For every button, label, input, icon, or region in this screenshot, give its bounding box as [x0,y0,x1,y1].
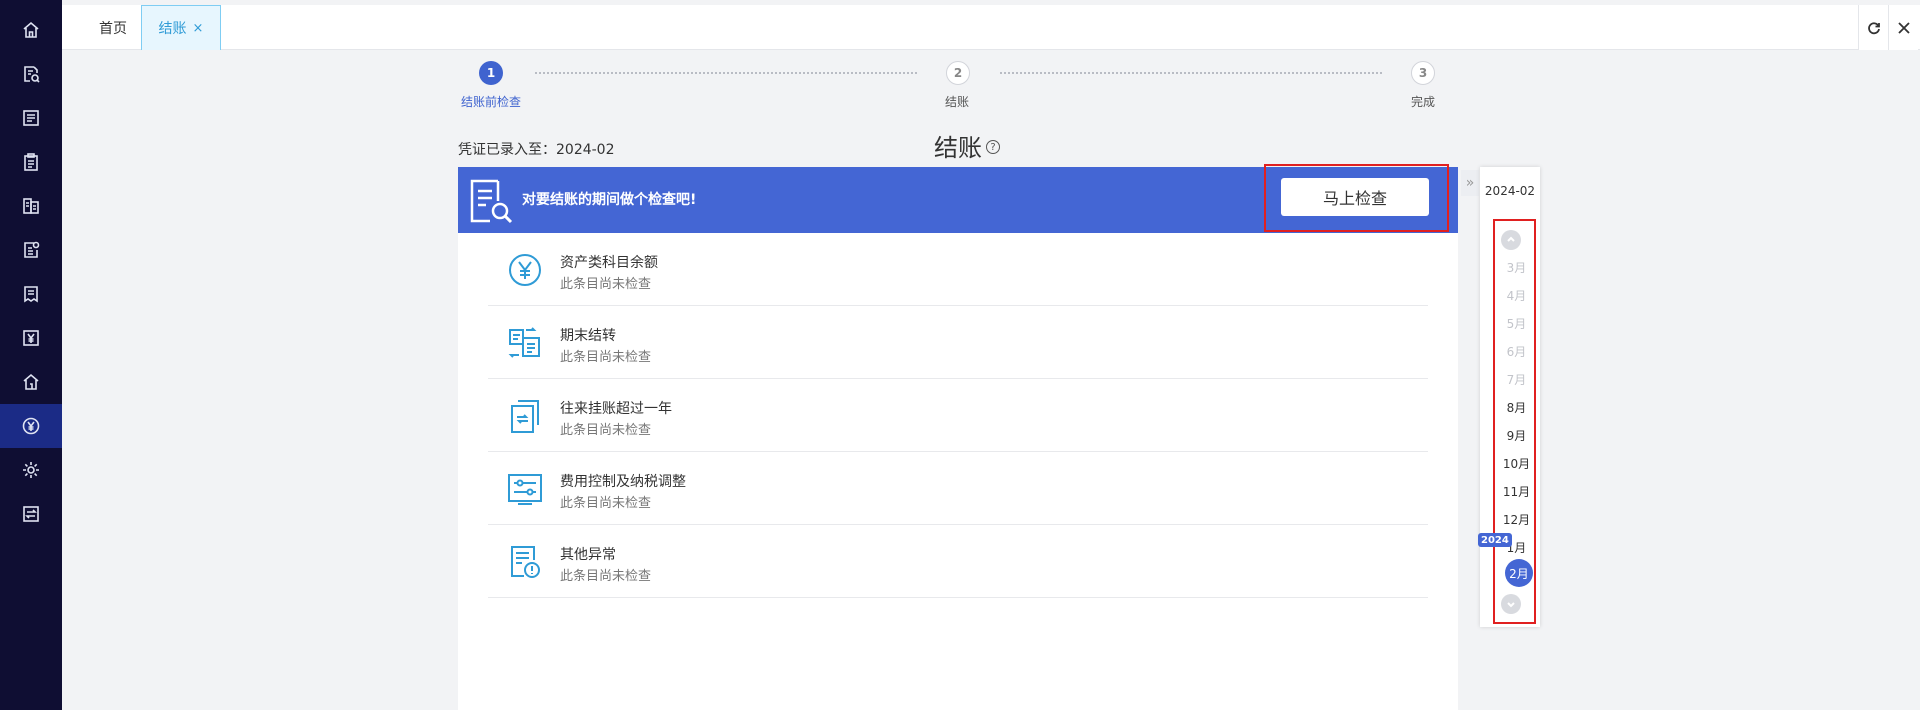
month-option[interactable]: 8月 [1493,399,1540,416]
check-item-pending-over-one-year[interactable]: 往来挂账超过一年 此条目尚未检查 [488,379,1428,452]
close-tab-button[interactable] [1888,5,1918,50]
check-item-asset-balance[interactable]: 资产类科目余额 此条目尚未检查 [488,233,1428,306]
voucher-search-icon [24,66,40,83]
check-item-name: 资产类科目余额 [560,255,658,271]
building-icon [23,373,39,390]
month-option[interactable]: 9月 [1493,427,1540,444]
sidebar-item-transfer[interactable] [0,492,62,536]
invoice-icon [24,241,40,258]
tab-home[interactable]: 首页 [80,5,146,50]
check-item-status: 此条目尚未检查 [560,277,652,292]
month-option: 4月 [1506,289,1527,303]
refresh-icon [1867,21,1880,34]
scroll-up-button[interactable] [1501,230,1521,250]
check-item-status: 此条目尚未检查 [560,569,652,584]
step-3-label: 完成 [1411,95,1436,109]
yuan-icon [23,330,39,346]
check-item-name: 期末结转 [560,328,616,344]
collapse-panel-button[interactable]: » [1461,170,1479,196]
sidebar-item-voucher-search[interactable] [0,52,62,96]
page-title: 结账 [934,134,982,162]
sidebar-item-document[interactable] [0,272,62,316]
check-item-name: 费用控制及纳税调整 [560,474,686,490]
tab-closing-label: 结账 [158,21,187,37]
sidebar-item-settings[interactable] [0,448,62,492]
check-item-period-end-transfer[interactable]: 期末结转 此条目尚未检查 [488,306,1428,379]
help-icon[interactable]: ? [986,140,1000,154]
closing-icon [22,417,40,435]
yuan-circle-icon [509,254,541,286]
sidebar-item-building[interactable] [0,360,62,404]
check-now-button[interactable]: 马上检查 [1281,178,1429,216]
sidebar-item-yuan[interactable] [0,316,62,360]
step-connector [535,72,917,74]
banner-text: 对要结账的期间做个检查吧! [522,192,697,208]
tab-home-label: 首页 [99,20,127,37]
sidebar-item-closing[interactable] [0,404,62,448]
page-title-wrap: 结账 ? [934,128,1000,163]
ledger-icon [23,110,39,126]
pending-doc-icon [511,400,539,433]
month-option[interactable]: 10月 [1493,455,1540,472]
sidebar-item-ledger[interactable] [0,96,62,140]
month-option[interactable]: 2月 [1505,559,1533,587]
clipboard-icon [24,153,38,171]
sidebar-item-home[interactable] [0,8,62,52]
check-item-expense-control[interactable]: 费用控制及纳税调整 此条目尚未检查 [488,452,1428,525]
step-1-dot: 1 [479,61,503,85]
sliders-icon [508,474,542,505]
tab-close-icon[interactable]: × [193,21,204,36]
check-panel: 对要结账的期间做个检查吧! 马上检查 资产类科目余额 此条目尚未检查 期末结转 … [458,164,1458,710]
check-banner: 对要结账的期间做个检查吧! 马上检查 [458,164,1458,233]
alert-doc-icon [511,546,540,578]
sidebar [0,0,62,710]
current-period: 2024-02 [1484,184,1536,198]
check-item-status: 此条目尚未检查 [560,496,652,511]
sidebar-item-clipboard[interactable] [0,140,62,184]
tab-closing[interactable]: 结账 × [141,5,221,50]
month-option[interactable]: 11月 [1493,483,1540,500]
tab-bar: 首页 结账 × [62,5,1920,50]
report-icon [23,198,39,214]
step-2-dot: 2 [946,61,970,85]
sidebar-item-invoice[interactable] [0,228,62,272]
step-2-label: 结账 [945,95,970,109]
check-item-other-anomaly[interactable]: 其他异常 此条目尚未检查 [488,525,1428,598]
step-1-label: 结账前检查 [461,95,522,109]
chevron-up-icon [1507,236,1515,242]
gear-icon [23,462,39,478]
recorded-to-text: 凭证已录入至：2024-02 [458,142,615,158]
transfer-icon [23,506,39,522]
document-search-icon [470,179,513,224]
month-option[interactable]: 12月 [1493,511,1540,528]
close-icon [1897,21,1910,34]
period-picker: 2024-02 3月 4月 5月 6月 7月 8月 9月 10月 11月 12月 1月 2月 [1480,167,1540,627]
step-connector [1000,72,1382,74]
month-option: 3月 [1506,261,1527,275]
scroll-down-button[interactable] [1501,594,1521,614]
check-item-status: 此条目尚未检查 [560,350,652,365]
transfer-doc-icon [508,327,540,358]
sidebar-item-report[interactable] [0,184,62,228]
month-option: 5月 [1506,317,1527,331]
refresh-button[interactable] [1858,5,1888,50]
check-item-name: 往来挂账超过一年 [560,401,672,417]
home-icon [23,21,39,38]
year-badge: 2024 [1478,533,1512,547]
check-item-status: 此条目尚未检查 [560,423,652,438]
chevron-down-icon [1507,602,1515,608]
document-icon [24,286,38,303]
check-item-name: 其他异常 [560,547,616,563]
step-3-dot: 3 [1411,61,1435,85]
month-option: 6月 [1506,345,1527,359]
month-option: 7月 [1506,373,1527,387]
